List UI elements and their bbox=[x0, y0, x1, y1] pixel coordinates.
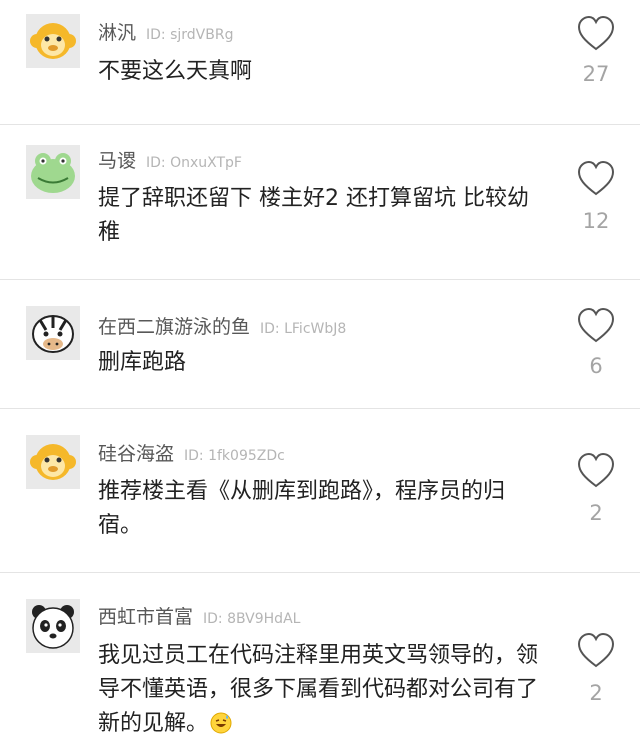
like-count: 2 bbox=[589, 681, 603, 705]
user-id: ID: LFicWbJ8 bbox=[260, 321, 347, 337]
heart-icon[interactable] bbox=[576, 451, 616, 491]
username[interactable]: 马谡 ID: OnxuXTpF bbox=[98, 146, 242, 173]
username[interactable]: 硅谷海盗 ID: 1fk095ZDc bbox=[98, 439, 285, 466]
comment-text: 提了辞职还留下 楼主好2 还打算留坑 比较幼稚 bbox=[98, 186, 529, 245]
username-text[interactable]: 在西二旗游泳的鱼 bbox=[98, 316, 250, 338]
heart-icon[interactable] bbox=[576, 306, 616, 346]
like-count: 27 bbox=[582, 62, 610, 86]
zebra-avatar[interactable] bbox=[26, 306, 80, 360]
comment-text: 推荐楼主看《从删库到跑路》，程序员的归宿。 bbox=[98, 479, 506, 538]
heart-icon[interactable] bbox=[576, 159, 616, 199]
username-text[interactable]: 硅谷海盗 bbox=[98, 443, 174, 465]
frog-avatar[interactable] bbox=[26, 145, 80, 199]
like-count: 2 bbox=[589, 501, 603, 525]
user-id: ID: OnxuXTpF bbox=[146, 155, 242, 171]
comment-item: 淋汎 ID: sjrdVBRg 不要这么天真啊 27 bbox=[0, 0, 640, 124]
username-text[interactable]: 马谡 bbox=[98, 150, 136, 172]
like-count: 6 bbox=[589, 354, 603, 378]
comment-item: 在西二旗游泳的鱼 ID: LFicWbJ8 删库跑路 6 bbox=[0, 280, 640, 408]
user-id: ID: 8BV9HdAL bbox=[203, 611, 301, 627]
heart-icon[interactable] bbox=[576, 631, 616, 671]
comment-item: 西虹市首富 ID: 8BV9HdAL 我见过员工在代码注释里用英文骂领导的，领导不… bbox=[0, 573, 640, 749]
username[interactable]: 淋汎 ID: sjrdVBRg bbox=[98, 18, 233, 45]
username[interactable]: 西虹市首富 ID: 8BV9HdAL bbox=[98, 602, 300, 629]
comment-text: 我见过员工在代码注释里用英文骂领导的，领导不懂英语，很多下属看到代码都对公司有了… bbox=[98, 639, 544, 741]
monkey-avatar[interactable] bbox=[26, 435, 80, 489]
user-id: ID: 1fk095ZDc bbox=[184, 448, 285, 464]
panda-avatar[interactable] bbox=[26, 599, 80, 653]
comment-text-body: 我见过员工在代码注释里用英文骂领导的，领导不懂英语，很多下属看到代码都对公司有了… bbox=[98, 643, 539, 736]
username[interactable]: 在西二旗游泳的鱼 ID: LFicWbJ8 bbox=[98, 312, 346, 339]
like-count: 12 bbox=[582, 209, 610, 233]
heart-icon[interactable] bbox=[576, 14, 616, 54]
comment-item: 硅谷海盗 ID: 1fk095ZDc 推荐楼主看《从删库到跑路》，程序员的归宿。 … bbox=[0, 409, 640, 572]
monkey-avatar[interactable] bbox=[26, 14, 80, 68]
user-id: ID: sjrdVBRg bbox=[146, 27, 234, 43]
grinning-sweat-emoji bbox=[210, 712, 232, 734]
comment-item: 马谡 ID: OnxuXTpF 提了辞职还留下 楼主好2 还打算留坑 比较幼稚 1… bbox=[0, 125, 640, 279]
comment-text: 不要这么天真啊 bbox=[98, 59, 253, 84]
username-text[interactable]: 西虹市首富 bbox=[98, 606, 193, 628]
comment-text: 删库跑路 bbox=[98, 350, 187, 375]
username-text[interactable]: 淋汎 bbox=[98, 22, 136, 44]
